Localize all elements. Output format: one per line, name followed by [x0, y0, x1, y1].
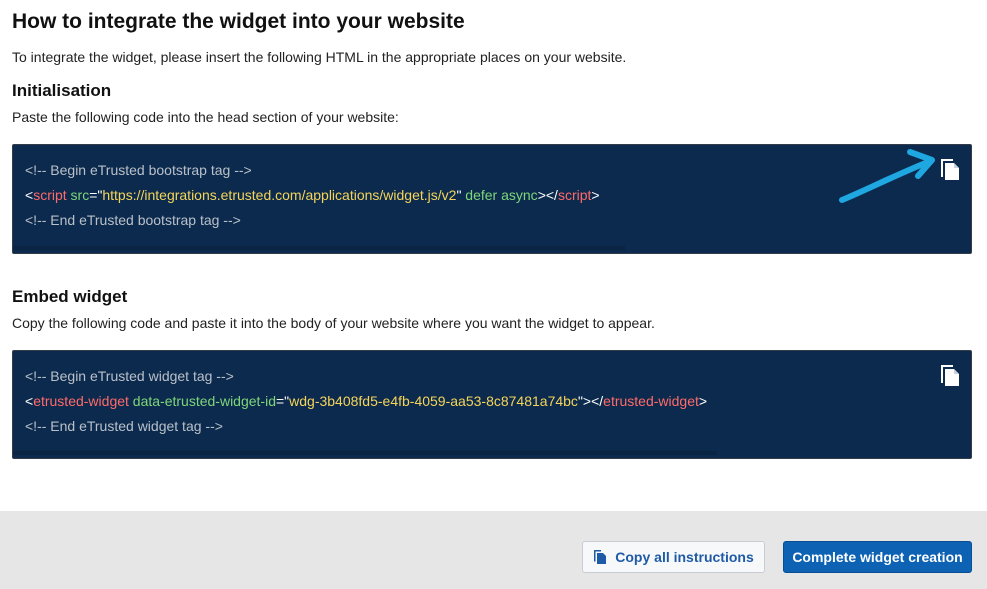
copy-icon — [594, 550, 607, 564]
copy-all-instructions-button[interactable]: Copy all instructions — [582, 541, 765, 573]
page-title: How to integrate the widget into your we… — [12, 10, 465, 33]
code-widget-line: <etrusted-widget data-etrusted-widget-id… — [25, 393, 708, 409]
initialisation-title: Initialisation — [12, 81, 112, 100]
copy-icon[interactable] — [937, 155, 961, 181]
initialisation-description: Paste the following code into the head s… — [12, 109, 399, 125]
pointer-arrow-icon — [839, 149, 935, 203]
embed-title: Embed widget — [12, 287, 128, 306]
code-script-line: <script src="https://integrations.etrust… — [25, 187, 600, 203]
complete-label: Complete widget creation — [792, 549, 963, 565]
embed-description: Copy the following code and paste it int… — [12, 315, 655, 331]
complete-widget-creation-button[interactable]: Complete widget creation — [783, 541, 972, 573]
horizontal-scrollbar[interactable] — [13, 246, 625, 250]
code-comment-begin: <!-- Begin eTrusted bootstrap tag --> — [25, 162, 252, 178]
horizontal-scrollbar[interactable] — [13, 451, 717, 455]
code-comment-end: <!-- End eTrusted widget tag --> — [25, 418, 223, 434]
copy-all-label: Copy all instructions — [615, 549, 754, 565]
intro-text: To integrate the widget, please insert t… — [12, 49, 627, 65]
copy-icon[interactable] — [937, 361, 961, 387]
code-comment-begin: <!-- Begin eTrusted widget tag --> — [25, 368, 234, 384]
widget-code-box[interactable]: <!-- Begin eTrusted widget tag --> <etru… — [12, 350, 972, 459]
code-comment-end: <!-- End eTrusted bootstrap tag --> — [25, 212, 241, 228]
footer-bar: Copy all instructions Complete widget cr… — [0, 511, 987, 589]
